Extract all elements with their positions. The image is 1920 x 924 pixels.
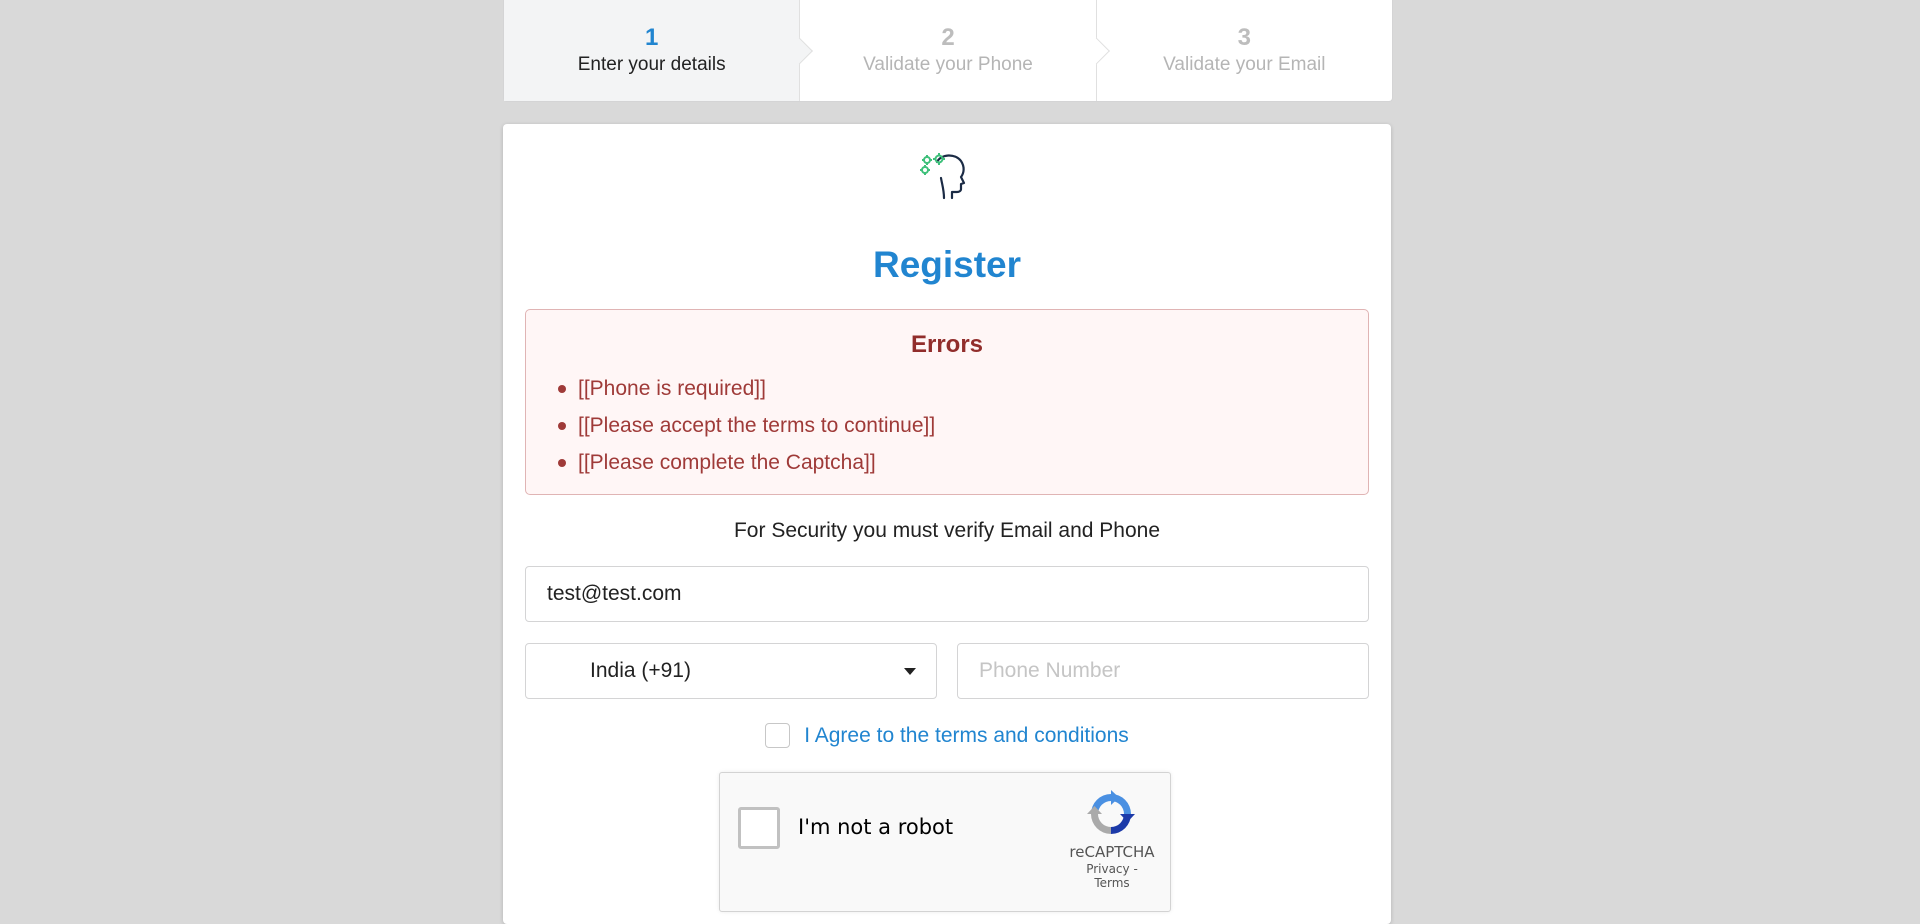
errors-header: Errors [910, 331, 984, 358]
recaptcha-privacy-link[interactable]: Privacy [1086, 862, 1129, 876]
step-validate-email[interactable]: 3 Validate your Email [1095, 0, 1392, 101]
error-item: [[Please accept the terms to continue]] [558, 407, 1368, 444]
step-enter-details[interactable]: 1 Enter your details [504, 0, 800, 101]
recaptcha-brand: reCAPTCHA [1069, 843, 1155, 861]
register-card: Register Errors [[Phone is required]] [[… [503, 124, 1391, 924]
step-title: Validate your Email [1163, 53, 1326, 75]
recaptcha-widget: I'm not a robot reCAPTCHA Privacy - Term… [719, 772, 1171, 912]
step-validate-phone[interactable]: 2 Validate your Phone [799, 0, 1095, 101]
terms-checkbox[interactable] [765, 723, 791, 748]
security-notice: For Security you must verify Email and P… [733, 519, 1160, 542]
email-field[interactable]: test@test.com [525, 566, 1369, 622]
step-number: 1 [644, 23, 659, 51]
recaptcha-link-separator: - [1133, 862, 1138, 876]
error-item: [[Please complete the Captcha]] [558, 444, 1368, 481]
error-message-box: Errors [[Phone is required]] [[Please ac… [525, 309, 1369, 495]
recaptcha-terms-link[interactable]: Terms [1094, 876, 1129, 890]
recaptcha-logo-icon [1087, 790, 1135, 834]
page-title: Register [872, 244, 1022, 285]
error-item: [[Phone is required]] [558, 370, 1368, 407]
step-number: 2 [941, 23, 955, 51]
registration-stepper: 1 Enter your details 2 Validate your Pho… [503, 0, 1393, 102]
country-select-value: India (+91) [590, 659, 691, 682]
recaptcha-links: Privacy - Terms [1069, 862, 1155, 890]
phone-number-input[interactable] [957, 643, 1369, 699]
terms-link[interactable]: I Agree to the terms and conditions [804, 724, 1129, 748]
dropdown-caret-icon [904, 668, 916, 675]
step-title: Enter your details [577, 53, 726, 75]
error-list: [[Phone is required]] [[Please accept th… [526, 370, 1368, 481]
recaptcha-label: I'm not a robot [798, 815, 954, 839]
step-number: 3 [1237, 23, 1251, 51]
country-code-select[interactable]: India (+91) [525, 643, 937, 699]
terms-agreement-row: I Agree to the terms and conditions [503, 723, 1391, 748]
step-title: Validate your Phone [863, 53, 1033, 75]
recaptcha-checkbox[interactable] [738, 807, 780, 849]
head-gears-icon [920, 153, 966, 200]
